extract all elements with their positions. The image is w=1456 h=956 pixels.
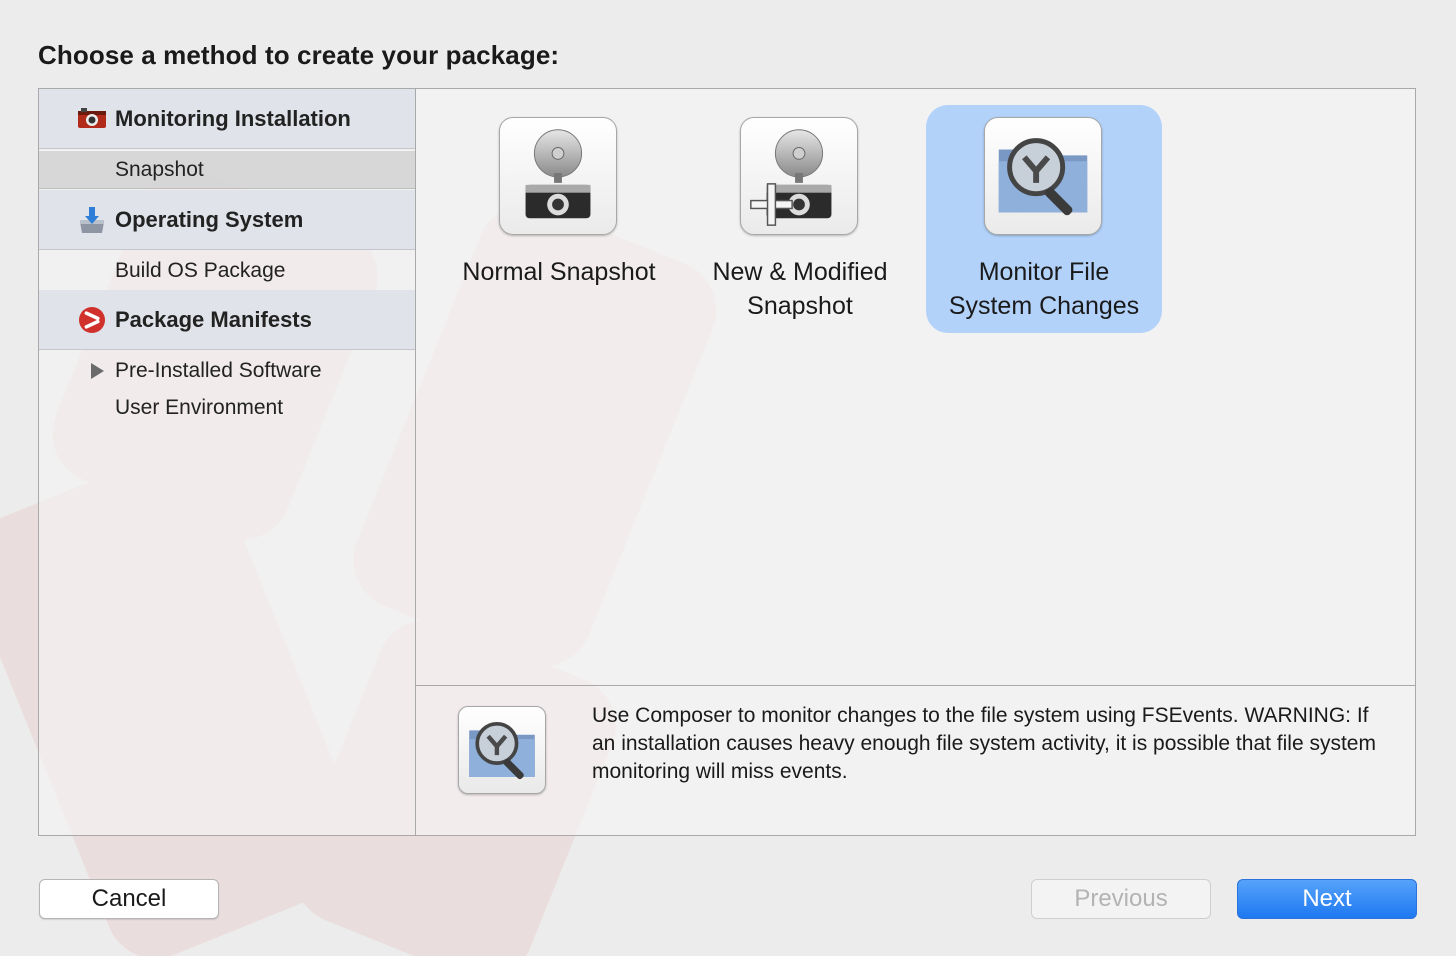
sidebar-item-snapshot[interactable]: Snapshot xyxy=(39,151,415,189)
installer-icon xyxy=(80,207,104,233)
sidebar-item-build-os-package[interactable]: Build OS Package xyxy=(39,252,415,290)
sidebar-item-label: Pre-Installed Software xyxy=(115,359,322,382)
composer-dialog: Choose a method to create your package: … xyxy=(0,0,1456,956)
sidebar-group-monitoring-installation[interactable]: Monitoring Installation xyxy=(39,89,415,149)
folder-magnifier-icon xyxy=(998,138,1088,216)
option-normal-snapshot[interactable]: Normal Snapshot xyxy=(441,105,677,333)
sidebar-group-operating-system[interactable]: Operating System xyxy=(39,190,415,250)
next-button[interactable]: Next xyxy=(1237,879,1417,919)
sidebar-item-label: Build OS Package xyxy=(115,259,286,282)
options-area: Normal Snapshot New & Modified Snapshot … xyxy=(416,89,1415,685)
camera-flash-plus-icon xyxy=(750,129,832,226)
option-label: Monitor File System Changes xyxy=(948,258,1140,320)
previous-button[interactable]: Previous xyxy=(1031,879,1211,919)
description-tile xyxy=(458,706,546,794)
sidebar-group-label: Monitoring Installation xyxy=(115,105,351,131)
description-panel: Use Composer to monitor changes to the f… xyxy=(416,685,1415,835)
sidebar-group-label: Operating System xyxy=(115,206,304,232)
sidebar-item-label: User Environment xyxy=(115,396,284,419)
camera-icon xyxy=(78,108,106,128)
camera-flash-icon xyxy=(525,129,591,219)
option-tile xyxy=(740,117,858,235)
option-label: New & Modified Snapshot xyxy=(712,258,888,320)
description-text: Use Composer to monitor changes to the f… xyxy=(592,704,1376,783)
jamf-icon xyxy=(79,307,105,333)
option-tile xyxy=(499,117,617,235)
main-panel: Monitoring Installation Snapshot Operati… xyxy=(38,88,1416,836)
sidebar-group-package-manifests[interactable]: Package Manifests xyxy=(39,290,415,350)
option-new-modified-snapshot[interactable]: New & Modified Snapshot xyxy=(682,105,918,333)
sidebar-item-label: Snapshot xyxy=(115,157,204,181)
folder-magnifier-icon xyxy=(469,721,535,780)
option-tile xyxy=(984,117,1102,235)
option-monitor-file-system-changes[interactable]: Monitor File System Changes xyxy=(926,105,1162,333)
page-title: Choose a method to create your package: xyxy=(38,40,560,70)
sidebar-item-user-environment[interactable]: User Environment xyxy=(39,389,415,427)
disclosure-triangle-icon[interactable] xyxy=(91,363,104,379)
sidebar-group-label: Package Manifests xyxy=(115,306,312,332)
option-label: Normal Snapshot xyxy=(462,258,656,286)
cancel-button[interactable]: Cancel xyxy=(39,879,219,919)
sidebar-item-pre-installed-software[interactable]: Pre-Installed Software xyxy=(39,352,415,390)
sidebar: Monitoring Installation Snapshot Operati… xyxy=(39,89,416,835)
